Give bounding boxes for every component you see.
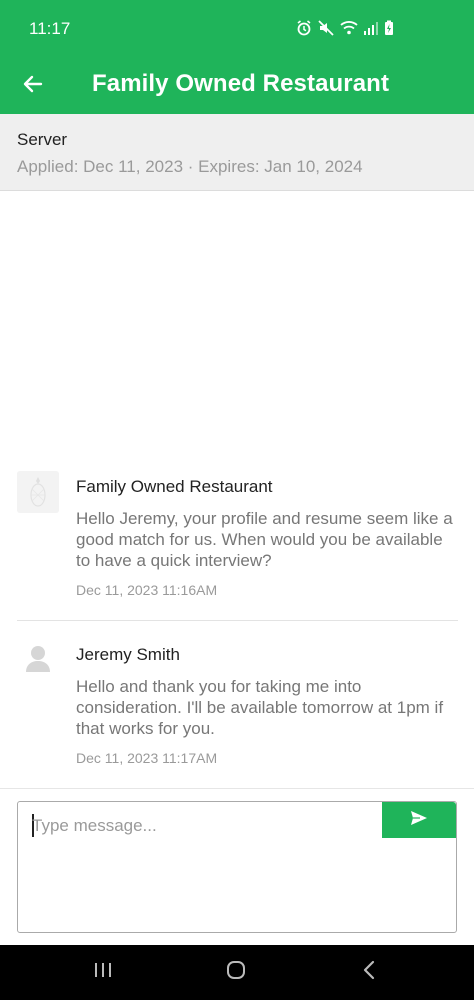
app-bar: Family Owned Restaurant bbox=[0, 58, 474, 114]
system-nav-bar bbox=[0, 945, 474, 1000]
job-title: Server bbox=[17, 130, 68, 149]
user-avatar bbox=[17, 638, 59, 680]
status-icons bbox=[296, 20, 394, 36]
message-body: Hello and thank you for taking me into c… bbox=[76, 677, 444, 738]
message-composer: Type message... bbox=[17, 801, 457, 933]
send-button[interactable] bbox=[382, 802, 456, 838]
message-sender: Family Owned Restaurant bbox=[76, 477, 273, 496]
home-icon bbox=[225, 959, 247, 986]
status-bar: 11:17 bbox=[0, 0, 474, 58]
battery-charging-icon bbox=[384, 20, 394, 36]
mute-icon bbox=[318, 20, 334, 36]
recent-apps-icon bbox=[93, 961, 113, 984]
composer-divider bbox=[0, 788, 474, 789]
message-input[interactable]: Type message... bbox=[32, 816, 157, 836]
recent-apps-button[interactable] bbox=[88, 959, 118, 985]
job-header: Server Applied: Dec 11, 2023 · Expires: … bbox=[0, 114, 474, 191]
message-divider bbox=[17, 620, 458, 621]
home-button[interactable] bbox=[221, 959, 251, 985]
back-arrow-icon bbox=[23, 74, 43, 99]
alarm-icon bbox=[296, 20, 312, 36]
message-body: Hello Jeremy, your profile and resume se… bbox=[76, 509, 453, 570]
page-title: Family Owned Restaurant bbox=[92, 70, 390, 97]
message-time: Dec 11, 2023 11:16AM bbox=[76, 582, 218, 598]
restaurant-logo-avatar bbox=[17, 471, 59, 513]
nav-back-button[interactable] bbox=[354, 959, 384, 985]
signal-icon bbox=[364, 21, 378, 35]
status-time: 11:17 bbox=[29, 19, 71, 38]
message-sender: Jeremy Smith bbox=[76, 645, 180, 664]
send-icon bbox=[410, 810, 428, 831]
job-dates: Applied: Dec 11, 2023 · Expires: Jan 10,… bbox=[17, 157, 363, 176]
back-button[interactable] bbox=[16, 70, 50, 102]
back-icon bbox=[361, 960, 377, 985]
message-time: Dec 11, 2023 11:17AM bbox=[76, 750, 218, 766]
wifi-icon bbox=[340, 20, 358, 36]
